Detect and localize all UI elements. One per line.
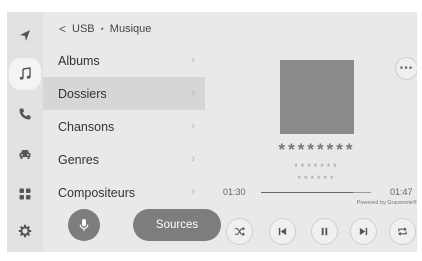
chevron-right-icon: › bbox=[191, 87, 195, 99]
previous-icon bbox=[278, 227, 287, 236]
car-icon bbox=[19, 150, 31, 159]
chevron-right-icon: › bbox=[191, 153, 195, 165]
navigation-arrow-icon bbox=[20, 30, 30, 41]
shuffle-button[interactable] bbox=[226, 218, 253, 245]
nav-navigation-button[interactable] bbox=[9, 20, 41, 52]
repeat-icon bbox=[398, 227, 407, 236]
gear-icon bbox=[18, 224, 32, 238]
list-item-chansons[interactable]: Chansons › bbox=[43, 110, 205, 143]
nav-apps-button[interactable] bbox=[9, 178, 41, 210]
progress-bar[interactable] bbox=[261, 192, 371, 193]
microphone-icon bbox=[79, 219, 89, 231]
shuffle-icon bbox=[234, 226, 245, 237]
list-item-dossiers[interactable]: Dossiers › bbox=[43, 77, 205, 110]
left-nav-bar bbox=[7, 12, 43, 252]
previous-button[interactable] bbox=[269, 218, 296, 245]
nav-media-button[interactable] bbox=[9, 58, 41, 90]
next-icon bbox=[359, 227, 368, 236]
apps-grid-icon bbox=[19, 188, 31, 200]
breadcrumb-section: Musique bbox=[109, 23, 152, 35]
list-item-label: Albums bbox=[58, 53, 100, 68]
breadcrumb: < USB • Musique bbox=[59, 21, 151, 37]
pause-icon bbox=[321, 227, 328, 236]
next-button[interactable] bbox=[350, 218, 377, 245]
list-item-label: Compositeurs bbox=[58, 185, 136, 200]
browse-pane: < USB • Musique Albums › Dossiers › Chan… bbox=[43, 12, 221, 252]
progress-fill bbox=[261, 192, 354, 193]
total-time: 01:47 bbox=[390, 187, 413, 197]
breadcrumb-separator: • bbox=[100, 24, 104, 34]
more-options-button[interactable]: ••• bbox=[395, 57, 417, 80]
media-screen: < USB • Musique Albums › Dossiers › Chan… bbox=[7, 12, 417, 252]
nav-phone-button[interactable] bbox=[9, 98, 41, 130]
track-artist: ******* bbox=[294, 162, 340, 172]
now-playing-pane: ••• ******** ******* ****** 01:30 01:47 … bbox=[205, 12, 417, 252]
list-item-label: Dossiers bbox=[58, 86, 107, 101]
album-art bbox=[280, 60, 354, 134]
back-button[interactable]: < bbox=[59, 22, 66, 36]
nav-settings-button[interactable] bbox=[9, 215, 41, 247]
track-title: ******** bbox=[278, 140, 356, 159]
track-album: ****** bbox=[297, 174, 337, 184]
breadcrumb-source: USB bbox=[72, 23, 95, 35]
repeat-button[interactable] bbox=[389, 218, 416, 245]
music-note-icon bbox=[19, 67, 31, 80]
elapsed-time: 01:30 bbox=[223, 187, 246, 197]
chevron-right-icon: › bbox=[191, 120, 195, 132]
list-item-compositeurs[interactable]: Compositeurs › bbox=[43, 176, 205, 209]
gracenote-credit: Powered by Gracenote® bbox=[356, 200, 417, 206]
list-item-genres[interactable]: Genres › bbox=[43, 143, 205, 176]
list-item-label: Chansons bbox=[58, 119, 115, 134]
list-item-label: Genres bbox=[58, 152, 99, 167]
pause-button[interactable] bbox=[311, 218, 338, 245]
voice-button[interactable] bbox=[68, 209, 100, 241]
list-item-albums[interactable]: Albums › bbox=[43, 44, 205, 77]
chevron-right-icon: › bbox=[191, 54, 195, 66]
nav-vehicle-button[interactable] bbox=[9, 138, 41, 170]
phone-icon bbox=[19, 108, 31, 120]
chevron-right-icon: › bbox=[191, 186, 195, 198]
